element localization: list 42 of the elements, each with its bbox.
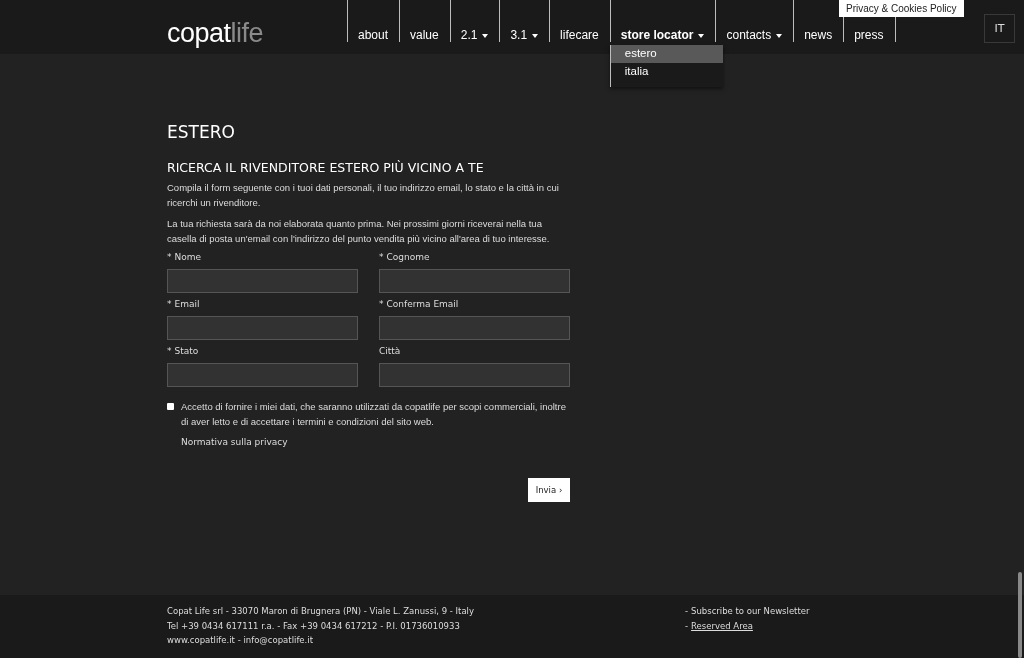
field-label: * Cognome [379, 252, 431, 264]
footer-text: Copat Life srl - 33070 Maron di Brugnera (PN) - Viale L. Zanussi, 9 - Italy [167, 605, 475, 618]
privacy-tab[interactable]: Privacy & Cookies Policy [839, 0, 964, 17]
nav-link[interactable]: value [410, 29, 439, 42]
nav-link[interactable]: store locator [620, 29, 705, 42]
nav-link[interactable]: news [804, 29, 833, 42]
input-field[interactable] [379, 363, 570, 387]
paragraph: Compila il form seguente con i tuoi dati personali, il tuo indirizzo email, lo stato e la città in cui ricerchi un rivenditore. [167, 181, 560, 210]
dash: - [685, 605, 689, 618]
nav-link[interactable]: 2.1 [460, 29, 489, 42]
field-label: * Conferma Email [379, 299, 460, 311]
page-title: ESTERO [167, 122, 236, 142]
field-label: * Stato [167, 346, 200, 358]
dropdown-item[interactable]: estero [610, 45, 723, 63]
submit-button[interactable]: Invia › [528, 478, 570, 502]
footer-text: www.copatlife.it - info@copatlife.it [167, 634, 314, 647]
field-label: Città [379, 346, 402, 358]
dash: - [685, 619, 689, 633]
logo[interactable]: copatlife [167, 17, 347, 49]
input-field[interactable] [167, 269, 358, 293]
input-field[interactable] [379, 269, 570, 293]
paragraph: La tua richiesta sarà da noi elaborata quanto prima. Nei prossimi giorni riceverai nella tua casella di posta un'email con l'indirizzo del punto vendita più vicino all'area di tuo interesse. [167, 217, 551, 246]
field-label: * Email [167, 299, 201, 311]
language-button[interactable]: IT [984, 14, 1015, 43]
input-field[interactable] [379, 316, 570, 340]
footer-text: Tel +39 0434 617111 r.a. - Fax +39 0434 617212 - P.I. 01736010933 [167, 619, 461, 633]
nav-link[interactable]: press [854, 29, 884, 42]
footer-link[interactable]: Reserved Area [691, 618, 753, 633]
dropdown-item[interactable]: italia [610, 63, 723, 81]
footer-text[interactable]: Subscribe to our Newsletter [691, 604, 810, 619]
nav-link[interactable]: 3.1 [510, 29, 539, 42]
privacy-link[interactable]: Normativa sulla privacy [181, 437, 570, 447]
nav-link[interactable]: about [358, 29, 389, 42]
nav-link[interactable]: contacts [726, 29, 783, 42]
input-field[interactable] [167, 363, 358, 387]
field-label: * Nome [167, 252, 203, 264]
input-field[interactable] [167, 316, 358, 340]
section-heading: RICERCA IL RIVENDITORE ESTERO PIÙ VICINO A TE [167, 160, 485, 175]
nav-link[interactable]: lifecare [560, 29, 599, 42]
scrollbar-thumb[interactable] [1018, 572, 1022, 658]
checkbox[interactable] [167, 403, 174, 410]
consent-text: Accetto di fornire i miei dati, che saranno utilizzati da copatlife per scopi commerciali, inoltre di aver letto e di accettare i termini e condizioni del sito web. [181, 400, 567, 429]
